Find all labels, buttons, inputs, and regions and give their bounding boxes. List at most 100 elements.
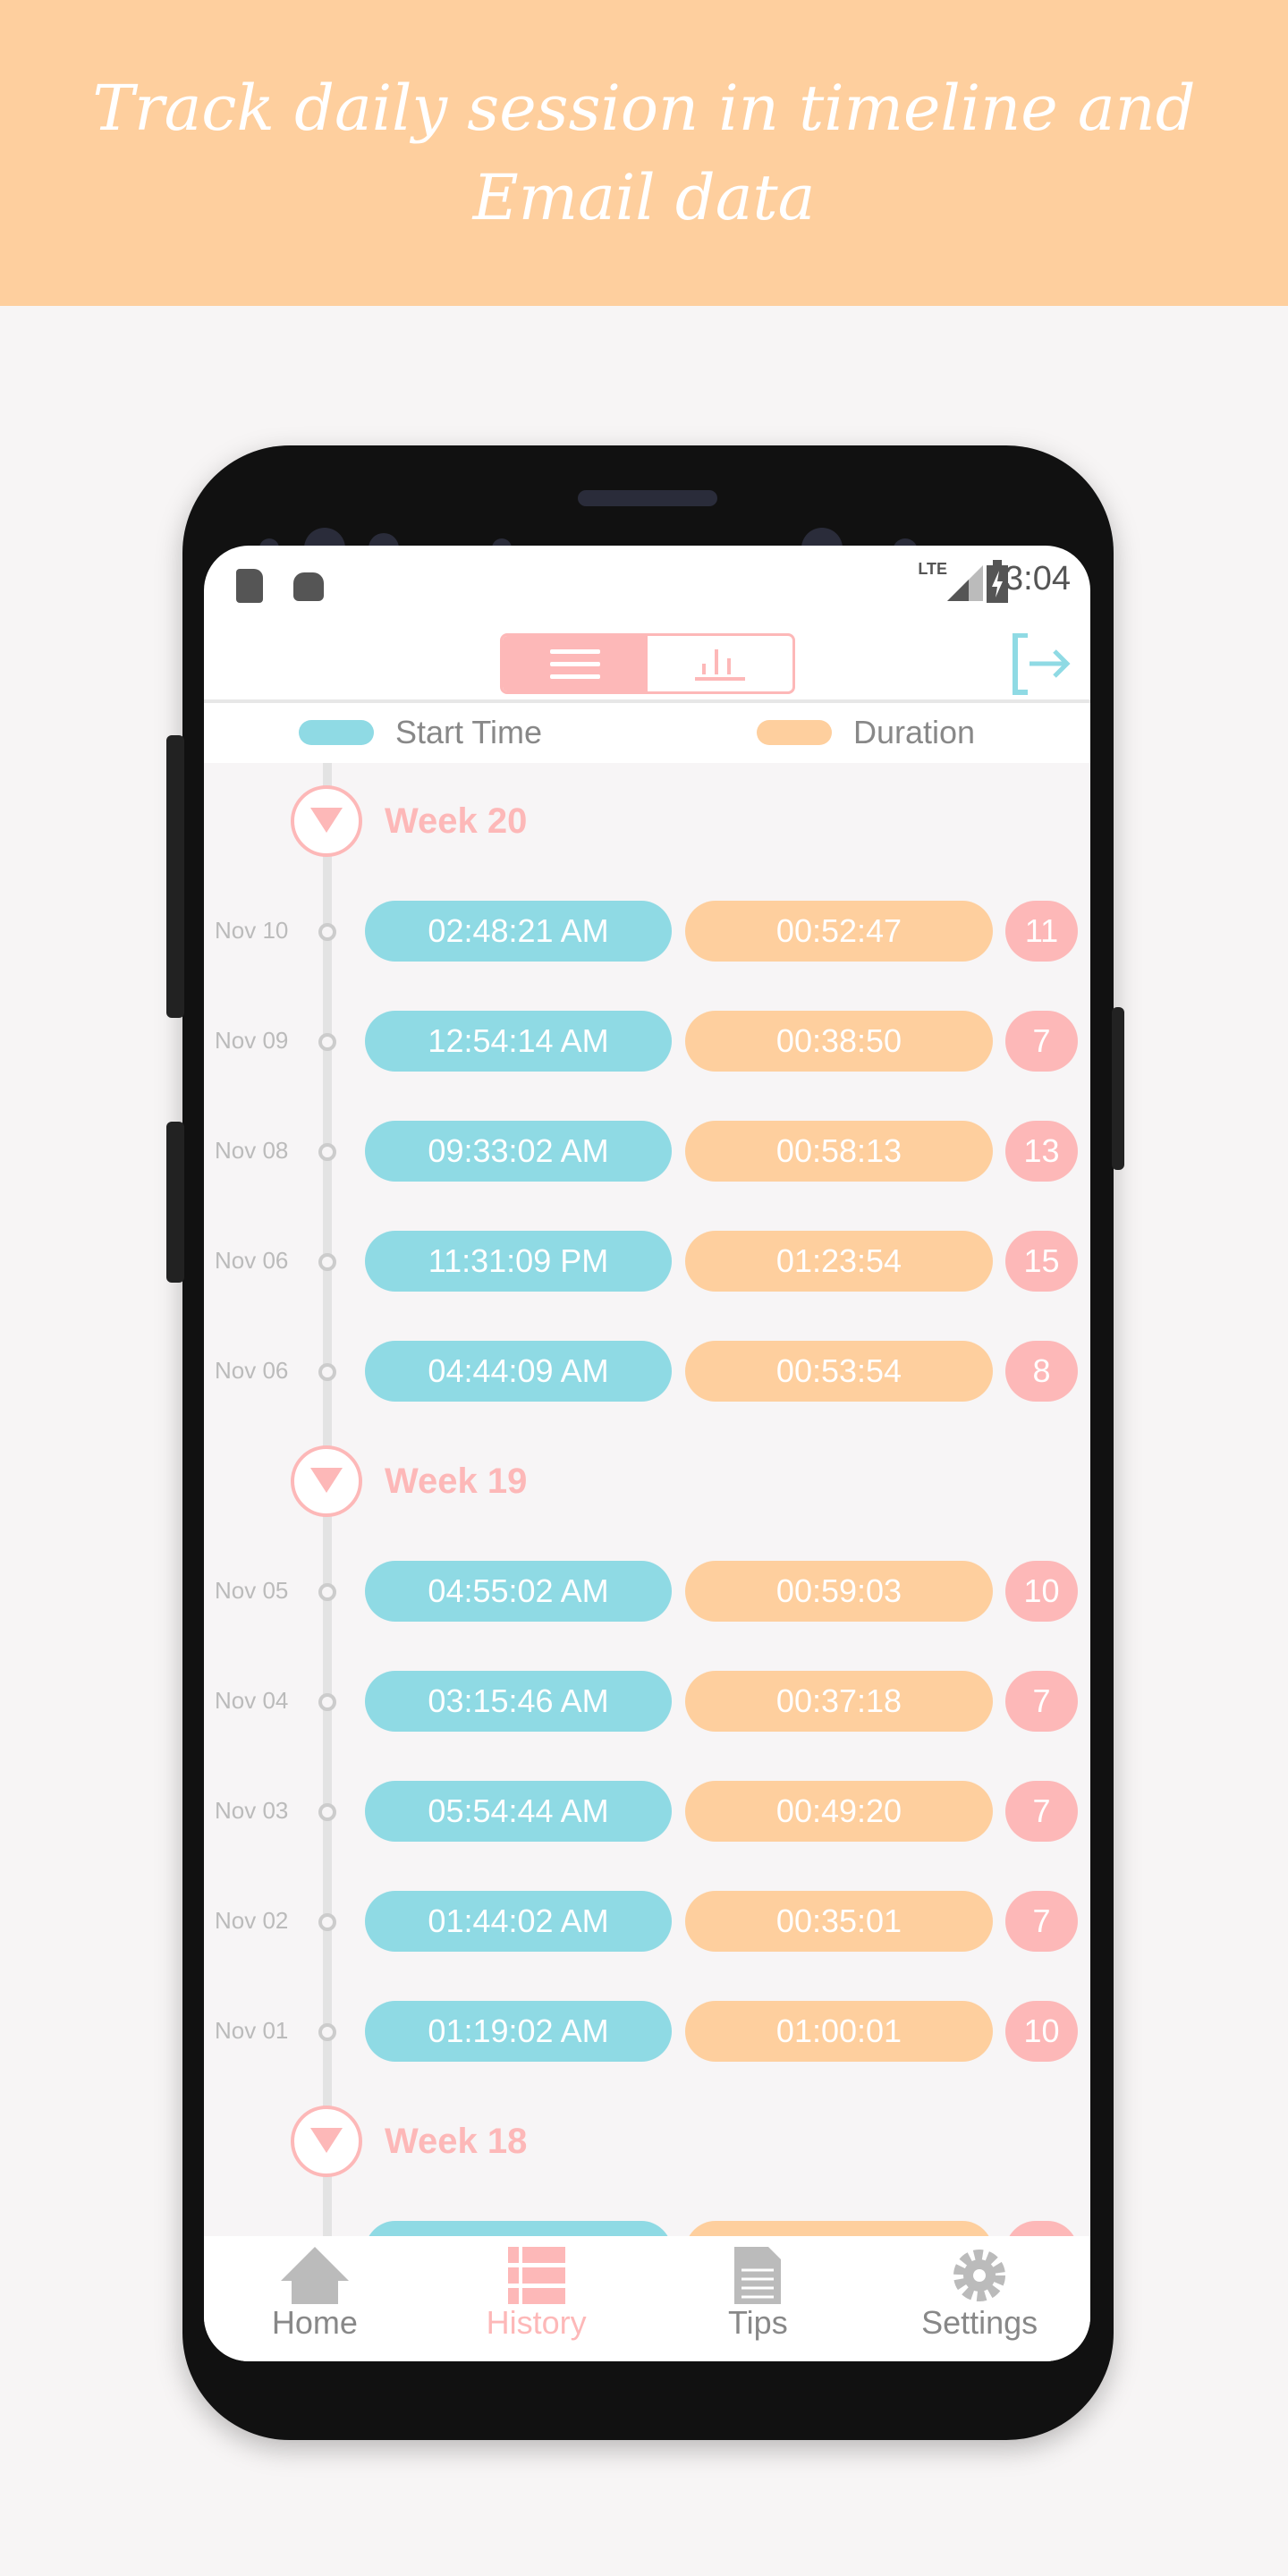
- count-badge: 7: [1005, 1671, 1078, 1732]
- count-badge: 8: [1005, 1341, 1078, 1402]
- session-row[interactable]: Nov 02 01:44:02 AM 00:35:01 7: [204, 1866, 1090, 1976]
- collapse-chevron-icon[interactable]: [291, 1445, 362, 1517]
- count-badge: 7: [1005, 1011, 1078, 1072]
- session-row[interactable]: Nov 08 09:33:02 AM 00:58:13 13: [204, 1096, 1090, 1206]
- legend: Start Time Duration: [204, 707, 1090, 763]
- bar-chart-icon: [695, 649, 745, 681]
- count-badge: 13: [1005, 1121, 1078, 1182]
- duration-pill: 01:00:01: [685, 2001, 993, 2062]
- history-icon: [507, 2247, 565, 2304]
- count-badge: 10: [1005, 2001, 1078, 2062]
- session-row[interactable]: Oct 3102:30:54 AM00:30:104: [204, 2196, 1090, 2236]
- status-bar: LTE 3:04: [204, 546, 1090, 617]
- start-time-pill: 01:19:02 AM: [365, 2001, 672, 2062]
- start-time-pill: 11:31:09 PM: [365, 1231, 672, 1292]
- session-row[interactable]: Nov 05 04:55:02 AM 00:59:03 10: [204, 1536, 1090, 1646]
- network-label: LTE: [918, 560, 947, 578]
- android-icon: [293, 572, 324, 601]
- nav-history[interactable]: History: [426, 2236, 648, 2361]
- count-badge: 7: [1005, 1891, 1078, 1952]
- count-badge: 11: [1005, 901, 1078, 962]
- list-view-button[interactable]: [503, 636, 648, 691]
- nav-settings[interactable]: Settings: [869, 2236, 1090, 2361]
- start-time-pill: 05:54:44 AM: [365, 1781, 672, 1842]
- start-time-pill: 01:44:02 AM: [365, 1891, 672, 1952]
- duration-pill: 01:23:54: [685, 1231, 993, 1292]
- export-email-icon[interactable]: [1010, 633, 1072, 696]
- count-badge: 15: [1005, 1231, 1078, 1292]
- duration-pill: 00:58:13: [685, 1121, 993, 1182]
- duration-pill: 00:37:18: [685, 1671, 993, 1732]
- session-row[interactable]: Nov 04 03:15:46 AM 00:37:18 7: [204, 1646, 1090, 1756]
- home-icon: [280, 2247, 349, 2304]
- count-badge: 10: [1005, 1561, 1078, 1622]
- timeline-dot: [318, 1363, 336, 1381]
- week-header[interactable]: Week 18: [204, 2086, 1090, 2196]
- duration-pill: 00:35:01: [685, 1891, 993, 1952]
- session-row[interactable]: Nov 06 11:31:09 PM 01:23:54 15: [204, 1206, 1090, 1316]
- timeline-list[interactable]: Week 20 Nov 10 02:48:21 AM 00:52:47 11 Nov 09…: [204, 763, 1090, 2236]
- banner-text: Track daily session in timeline and Emai…: [92, 72, 1196, 234]
- legend-duration: Duration: [757, 714, 975, 751]
- start-time-pill: 12:54:14 AM: [365, 1011, 672, 1072]
- timeline-dot: [318, 1033, 336, 1051]
- session-date: Nov 04: [215, 1687, 289, 1714]
- timeline-dot: [318, 2023, 336, 2041]
- count-badge: 7: [1005, 1781, 1078, 1842]
- timeline-dot: [318, 1583, 336, 1601]
- session-date: Nov 10: [215, 917, 289, 944]
- start-time-pill: 04:55:02 AM: [365, 1561, 672, 1622]
- nav-tips[interactable]: Tips: [648, 2236, 869, 2361]
- document-icon: [734, 2247, 782, 2304]
- list-icon: [550, 649, 600, 679]
- count-badge: 4: [1005, 2221, 1078, 2236]
- session-date: Nov 09: [215, 1027, 289, 1054]
- session-row[interactable]: Nov 03 05:54:44 AM 00:49:20 7: [204, 1756, 1090, 1866]
- duration-pill: 00:59:03: [685, 1561, 993, 1622]
- timeline-dot: [318, 1253, 336, 1271]
- session-row[interactable]: Nov 06 04:44:09 AM 00:53:54 8: [204, 1316, 1090, 1426]
- week-label: Week 20: [385, 801, 528, 841]
- session-row[interactable]: Nov 10 02:48:21 AM 00:52:47 11: [204, 876, 1090, 986]
- week-header[interactable]: Week 20: [204, 766, 1090, 876]
- chart-view-button[interactable]: [648, 636, 792, 691]
- session-row[interactable]: Nov 01 01:19:02 AM 01:00:01 10: [204, 1976, 1090, 2086]
- legend-start-time: Start Time: [299, 714, 542, 751]
- start-time-pill: 02:48:21 AM: [365, 901, 672, 962]
- week-label: Week 19: [385, 1462, 528, 1501]
- session-date: Nov 06: [215, 1247, 289, 1274]
- signal-icon: [947, 565, 983, 601]
- app-screen: LTE 3:04 Start Time Duration Week 20 Nov …: [204, 546, 1090, 2361]
- week-header[interactable]: Week 19: [204, 1426, 1090, 1536]
- session-date: Nov 08: [215, 1137, 289, 1164]
- session-date: Nov 03: [215, 1797, 289, 1824]
- start-time-pill: 09:33:02 AM: [365, 1121, 672, 1182]
- collapse-chevron-icon[interactable]: [291, 785, 362, 857]
- session-date: Nov 02: [215, 1907, 289, 1934]
- duration-pill: 00:53:54: [685, 1341, 993, 1402]
- timeline-dot: [318, 1143, 336, 1161]
- start-time-pill: 03:15:46 AM: [365, 1671, 672, 1732]
- sd-card-icon: [236, 569, 263, 603]
- session-row[interactable]: Nov 09 12:54:14 AM 00:38:50 7: [204, 986, 1090, 1096]
- timeline-dot: [318, 1913, 336, 1931]
- week-label: Week 18: [385, 2122, 528, 2161]
- gear-icon: [953, 2250, 1006, 2301]
- bottom-nav: Home History Tips Settings: [204, 2236, 1090, 2361]
- view-toggle[interactable]: [500, 633, 795, 694]
- timeline-dot: [318, 923, 336, 941]
- clock: 3:04: [1004, 560, 1071, 597]
- session-date: Nov 06: [215, 1357, 289, 1384]
- nav-home[interactable]: Home: [204, 2236, 426, 2361]
- timeline-dot: [318, 1693, 336, 1711]
- promo-banner: Track daily session in timeline and Emai…: [0, 0, 1288, 306]
- timeline-dot: [318, 1803, 336, 1821]
- duration-pill: 00:52:47: [685, 901, 993, 962]
- start-time-pill: 04:44:09 AM: [365, 1341, 672, 1402]
- duration-pill: 00:30:10: [685, 2221, 993, 2236]
- collapse-chevron-icon[interactable]: [291, 2106, 362, 2177]
- session-date: Nov 05: [215, 1577, 289, 1604]
- toolbar: [204, 617, 1090, 703]
- duration-pill: 00:38:50: [685, 1011, 993, 1072]
- start-time-pill: 02:30:54 AM: [365, 2221, 672, 2236]
